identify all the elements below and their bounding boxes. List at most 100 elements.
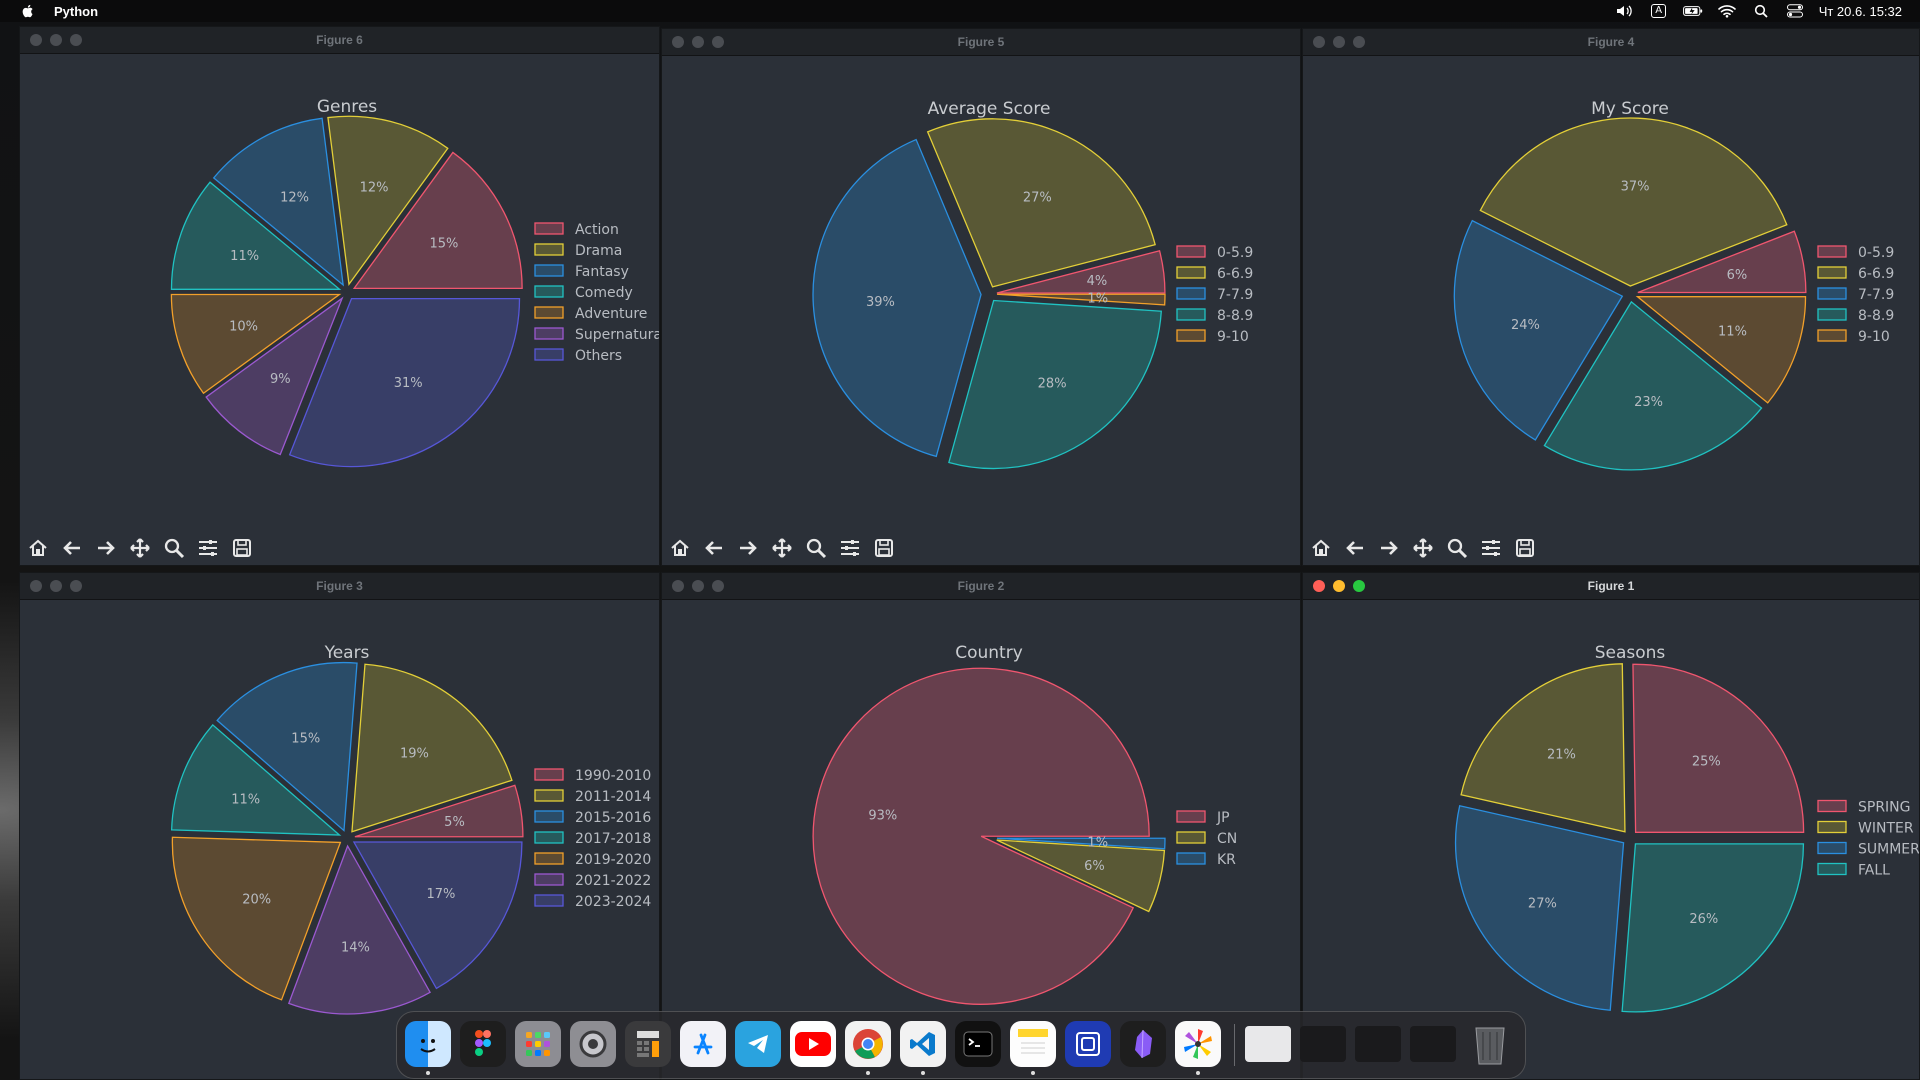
home-button[interactable]	[665, 533, 695, 563]
forward-arrow-button[interactable]	[1374, 533, 1404, 563]
legend-label: 2023-2024	[575, 894, 651, 910]
window-title: Figure 3	[316, 579, 363, 593]
finder-icon[interactable]	[405, 1021, 451, 1075]
launchpad-icon[interactable]	[515, 1021, 561, 1067]
volume-icon[interactable]	[1615, 3, 1635, 19]
slice-pct-label: 4%	[1087, 274, 1108, 289]
figure-window-6[interactable]: Figure 6 Genres 15% 12% 12% 11% 10% 9% 31% Actio…	[19, 26, 660, 566]
calculator-icon[interactable]	[625, 1021, 671, 1067]
configure-subplots-icon	[841, 540, 859, 556]
pan-button[interactable]	[767, 533, 797, 563]
screen-app-icon[interactable]	[1065, 1021, 1111, 1067]
pan-icon	[1413, 538, 1433, 558]
notes-icon[interactable]	[1010, 1021, 1056, 1075]
app-store-icon[interactable]	[680, 1021, 726, 1067]
control-center-icon[interactable]	[1785, 3, 1805, 19]
configure-subplots-button[interactable]	[835, 533, 865, 563]
legend-label: 0-5.9	[1217, 245, 1253, 261]
pie-slice-fall	[1621, 843, 1805, 1013]
figma-icon[interactable]	[460, 1021, 506, 1067]
forward-arrow-button[interactable]	[91, 533, 121, 563]
legend-label: 7-7.9	[1858, 287, 1894, 303]
slice-pct-label: 26%	[1689, 912, 1718, 927]
recent-window-4[interactable]	[1410, 1026, 1456, 1062]
legend-swatch-supernatura	[534, 327, 564, 340]
pie-chart-genres: Genres 15% 12% 12% 11% 10% 9% 31% Action Drama Fan…	[170, 97, 659, 468]
home-button[interactable]	[23, 533, 53, 563]
pan-button[interactable]	[125, 533, 155, 563]
slice-pct-label: 39%	[866, 295, 895, 310]
back-arrow-button[interactable]	[57, 533, 87, 563]
legend-label: 2021-2022	[575, 873, 651, 889]
system-settings-icon[interactable]	[570, 1021, 616, 1067]
save-button[interactable]	[1510, 533, 1540, 563]
configure-subplots-icon	[199, 540, 217, 556]
telegram-icon[interactable]	[735, 1021, 781, 1067]
input-source-icon[interactable]: A	[1649, 3, 1669, 19]
legend-label: Comedy	[575, 285, 633, 301]
figure-window-2[interactable]: Figure 2 Country 93% 6% 1% JP CN KR	[661, 572, 1301, 1080]
window-titlebar[interactable]: Figure 5	[662, 29, 1300, 56]
pan-button[interactable]	[1408, 533, 1438, 563]
recent-window-3[interactable]	[1355, 1026, 1401, 1062]
zoom-icon	[1447, 538, 1468, 559]
chart-title: Seasons	[1595, 643, 1666, 663]
legend-swatch-comedy	[534, 285, 564, 298]
matplotlib-toolbar	[662, 531, 899, 565]
zoom-button[interactable]	[1442, 533, 1472, 563]
youtube-icon[interactable]	[790, 1021, 836, 1067]
slice-pct-label: 11%	[1718, 325, 1747, 340]
legend-label: 7-7.9	[1217, 287, 1253, 303]
legend-swatch-kr	[1176, 852, 1206, 865]
window-titlebar[interactable]: Figure 4	[1303, 29, 1919, 56]
home-button[interactable]	[1306, 533, 1336, 563]
legend-label: 6-6.9	[1217, 266, 1253, 282]
legend-swatch-cn	[1176, 831, 1206, 844]
window-titlebar[interactable]: Figure 1	[1303, 573, 1919, 600]
zoom-button[interactable]	[159, 533, 189, 563]
recent-window-1[interactable]	[1245, 1026, 1291, 1062]
legend-swatch-0-5-9	[1176, 245, 1206, 258]
trash-icon[interactable]	[1467, 1021, 1513, 1067]
back-arrow-button[interactable]	[1340, 533, 1370, 563]
figure-window-5[interactable]: Figure 5 Average Score 4% 27% 39% 28% 1% 0-5.9…	[661, 28, 1301, 566]
wifi-icon[interactable]	[1717, 3, 1737, 19]
configure-subplots-button[interactable]	[193, 533, 223, 563]
figure-window-4[interactable]: Figure 4 My Score 6% 37% 24% 23% 11% 0-5.9 6-6.…	[1302, 28, 1920, 566]
zoom-button[interactable]	[801, 533, 831, 563]
pinwheel-app-icon[interactable]	[1175, 1021, 1221, 1075]
pie-slice-winter	[1460, 663, 1626, 833]
battery-icon[interactable]	[1682, 3, 1703, 19]
chrome-icon[interactable]	[845, 1021, 891, 1075]
running-indicator	[426, 1071, 430, 1075]
slice-pct-label: 23%	[1634, 395, 1663, 410]
back-arrow-button[interactable]	[699, 533, 729, 563]
figure-window-1[interactable]: Figure 1 Seasons 25% 21% 27% 26% SPRING WINTER…	[1302, 572, 1920, 1080]
apple-menu-icon[interactable]	[20, 3, 36, 19]
recent-window-2[interactable]	[1300, 1026, 1346, 1062]
legend-swatch-0-5-9	[1817, 245, 1847, 258]
slice-pct-label: 1%	[1087, 291, 1108, 306]
vscode-icon[interactable]	[900, 1021, 946, 1075]
save-button[interactable]	[227, 533, 257, 563]
chart-title: Genres	[317, 97, 377, 117]
active-app-name[interactable]: Python	[54, 4, 98, 19]
window-title: Figure 4	[1587, 35, 1635, 49]
legend-swatch-1990-2010	[534, 768, 564, 781]
figure-window-3[interactable]: Figure 3 Years 5% 19% 15% 11% 20% 14% 17% 1990-2…	[19, 572, 660, 1080]
legend-label: FALL	[1858, 863, 1890, 879]
legend-swatch-adventure	[534, 306, 564, 319]
window-titlebar[interactable]: Figure 6	[20, 27, 659, 54]
legend-label: SPRING	[1858, 800, 1911, 816]
menu-clock[interactable]: Чт 20.6. 15:32	[1819, 4, 1902, 19]
spotlight-search-icon[interactable]	[1751, 3, 1771, 19]
legend-label: 2011-2014	[575, 789, 651, 805]
save-button[interactable]	[869, 533, 899, 563]
window-titlebar[interactable]: Figure 3	[20, 573, 659, 600]
obsidian-icon[interactable]	[1120, 1021, 1166, 1067]
forward-arrow-button[interactable]	[733, 533, 763, 563]
terminal-icon[interactable]	[955, 1021, 1001, 1067]
configure-subplots-button[interactable]	[1476, 533, 1506, 563]
window-titlebar[interactable]: Figure 2	[662, 573, 1300, 600]
legend-label: Drama	[575, 243, 622, 259]
